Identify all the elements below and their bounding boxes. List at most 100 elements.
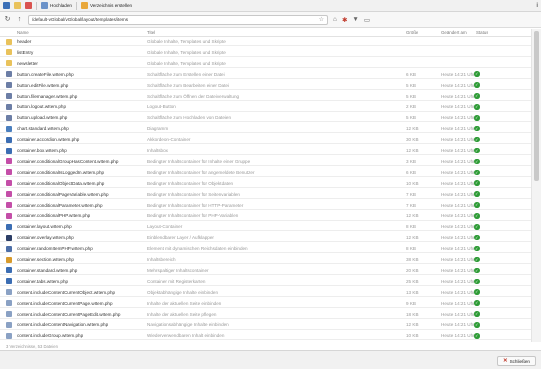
file-name: container.conditionalPHP.wItem.php xyxy=(17,213,91,219)
star-icon[interactable]: ☆ xyxy=(319,16,324,23)
file-title: Globale Inhalte, Templates und Skripte xyxy=(147,60,226,66)
file-name: container.box.wItem.php xyxy=(17,148,67,153)
file-changed: Heute 14:21 Uhr xyxy=(441,289,475,295)
file-name: content.includeGroup.wItem.php xyxy=(17,333,84,339)
scrollbar[interactable] xyxy=(531,29,541,342)
table-row[interactable]: container.tabs.wItem.php Container mit Re… xyxy=(0,277,531,286)
upload-button[interactable]: Hochladen xyxy=(41,2,72,9)
file-title: Inhaltsbereich xyxy=(147,257,176,262)
conditional-icon xyxy=(6,191,12,198)
file-size: 2 KB xyxy=(406,104,416,110)
file-size: 6 KB xyxy=(406,71,416,77)
status-ok-icon: ✓ xyxy=(474,136,480,143)
status-ok-icon: ✓ xyxy=(474,125,480,132)
status-ok-icon: ✓ xyxy=(474,169,480,176)
file-size: 38 KB xyxy=(406,257,419,262)
file-changed: Heute 14:21 Uhr xyxy=(441,191,475,197)
column-changed[interactable]: Geändert am xyxy=(441,30,467,35)
app-logo-icon xyxy=(3,2,10,9)
settings-icon[interactable]: ✱ xyxy=(342,16,347,24)
close-label: Schließen xyxy=(509,358,530,364)
file-title: Akkordeon-Container xyxy=(147,137,191,143)
column-name[interactable]: Name xyxy=(17,30,29,35)
status-ok-icon: ✓ xyxy=(474,213,480,219)
include-icon xyxy=(6,321,12,328)
status-ok-icon: ✓ xyxy=(474,71,480,77)
table-row[interactable]: newsletter Globale Inhalte, Templates und… xyxy=(0,59,531,68)
file-name: newsletter xyxy=(17,60,38,66)
file-name: container.conditionalGroupHasContent.wIt… xyxy=(17,158,119,164)
table-row[interactable]: container.conditionalIsLoggedIn.wItem.ph… xyxy=(0,168,531,177)
info-icon[interactable]: i xyxy=(536,3,538,9)
status-ok-icon: ✓ xyxy=(474,234,480,241)
file-list: header Globale Inhalte, Templates und Skr… xyxy=(0,37,531,342)
table-row[interactable]: container.conditionalGroupHasContent.wIt… xyxy=(0,157,531,167)
table-row[interactable]: content.includeContentNavigation.wItem.p… xyxy=(0,320,531,330)
scroll-thumb[interactable] xyxy=(534,31,539,181)
file-name: button.editFile.wItem.php xyxy=(17,82,69,88)
file-name: container.randomItemPHP.wItem.php xyxy=(17,246,93,252)
table-row[interactable]: button.createFile.wItem.php Schaltfläche … xyxy=(0,70,531,79)
file-changed: Heute 14:21 Uhr xyxy=(441,71,475,77)
table-row[interactable]: button.upload.wItem.php Schaltfläche zum … xyxy=(0,113,531,123)
table-row[interactable]: listEntry Globale Inhalte, Templates und … xyxy=(0,48,531,58)
table-row[interactable]: container.conditionalParameter.wItem.php… xyxy=(0,201,531,210)
back-folder-icon[interactable] xyxy=(14,2,21,9)
status-ok-icon: ✓ xyxy=(474,104,480,110)
file-size: 12 KB xyxy=(406,126,419,132)
table-row[interactable]: container.conditionalPageVariable.wItem.… xyxy=(0,190,531,199)
column-title[interactable]: Titel xyxy=(147,30,155,35)
file-name: container.overlay.wItem.php xyxy=(17,235,74,241)
table-row[interactable]: container.randomItemPHP.wItem.php Element… xyxy=(0,244,531,254)
file-name: content.includeContentCurrentPage.wItem.… xyxy=(17,300,113,306)
table-row[interactable]: content.includeGroup.wItem.php Wiederverw… xyxy=(0,331,531,341)
file-name: container.tabs.wItem.php xyxy=(17,278,69,284)
table-row[interactable]: container.section.wItem.php Inhaltsbereic… xyxy=(0,255,531,265)
file-changed: Heute 14:21 Uhr xyxy=(441,169,475,175)
new-folder-button[interactable]: Verzeichnis erstellen xyxy=(80,2,132,9)
file-size: 12 KB xyxy=(406,322,419,328)
home-icon[interactable]: ⌂ xyxy=(333,16,337,23)
status-ok-icon: ✓ xyxy=(474,93,480,99)
table-row[interactable]: button.logout.wItem.php Logout-Button 2 KB… xyxy=(0,102,531,112)
button-icon xyxy=(6,103,12,110)
table-row[interactable]: content.includeContentCurrentPage.wItem.… xyxy=(0,299,531,308)
path-text: /default-vGlobal/vGlobal/layout/template… xyxy=(32,17,129,22)
overlay-icon xyxy=(6,234,12,241)
table-row[interactable]: container.box.wItem.php Inhaltsbox 12 KB He… xyxy=(0,146,531,156)
file-size: 8 KB xyxy=(406,246,416,252)
folder-icon xyxy=(6,49,12,56)
include-icon xyxy=(6,289,12,296)
close-button[interactable]: ✕ Schließen xyxy=(496,356,536,366)
table-row[interactable]: header Globale Inhalte, Templates und Skr… xyxy=(0,37,531,47)
table-row[interactable]: button.editFile.wItem.php Schaltfläche zu… xyxy=(0,81,531,90)
column-status[interactable]: Status xyxy=(476,30,488,35)
filter-icon[interactable]: ▼ xyxy=(352,16,358,23)
file-size: 5 KB xyxy=(406,82,416,88)
file-title: Bedingter Inhaltscontainer für PHP-Varia… xyxy=(147,213,239,219)
column-size[interactable]: Größe xyxy=(406,30,418,35)
table-row[interactable]: content.includeContentCurrentPageEdit.wI… xyxy=(0,310,531,319)
up-arrow-icon[interactable]: ↑ xyxy=(16,16,23,23)
file-count: 3 Verzeichnisse, 53 Dateien xyxy=(6,344,58,349)
table-row[interactable]: container.layout.wItem.php Layout-Contain… xyxy=(0,222,531,232)
table-row[interactable]: container.accordion.wItem.php Akkordeon-C… xyxy=(0,135,531,145)
path-input[interactable]: /default-vGlobal/vGlobal/layout/template… xyxy=(28,14,328,25)
view-toggle-icon[interactable]: ▭ xyxy=(364,16,370,24)
table-row[interactable]: container.conditionalPHP.wItem.php Beding… xyxy=(0,211,531,221)
table-row[interactable]: content.includeContentCurrentObject.wIte… xyxy=(0,288,531,297)
table-row[interactable]: container.conditionalObjectData.wItem.ph… xyxy=(0,179,531,188)
file-size: 9 KB xyxy=(406,300,416,306)
table-row[interactable]: chart.standard.wItem.php Diagramm 12 KB Heu… xyxy=(0,124,531,134)
delete-icon[interactable] xyxy=(25,2,32,9)
include-icon xyxy=(6,300,12,307)
file-changed: Heute 14:21 Uhr xyxy=(441,257,475,262)
table-row[interactable]: button.filemanager.wItem.php Schaltfläche… xyxy=(0,92,531,101)
table-row[interactable]: container.overlay.wItem.php Einblendbarer… xyxy=(0,233,531,243)
file-title: Bedingter Inhaltscontainer für Inhalte e… xyxy=(147,158,251,164)
refresh-icon[interactable]: ↻ xyxy=(4,16,11,23)
file-title: Bedingter Inhaltscontainer für Objektdat… xyxy=(147,180,234,186)
table-row[interactable]: container.standard.wItem.php Mehrspaltige… xyxy=(0,266,531,276)
file-title: Inhalte der aktuellen Seite einbinden xyxy=(147,300,222,306)
file-size: 13 KB xyxy=(406,289,419,295)
